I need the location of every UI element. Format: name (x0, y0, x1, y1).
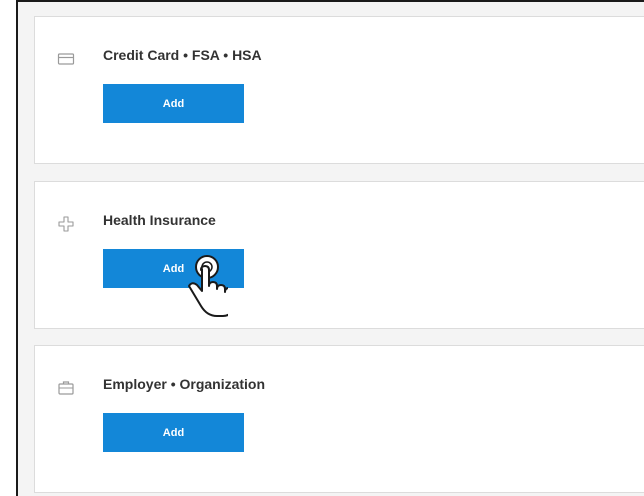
briefcase-icon (57, 379, 75, 397)
add-credit-card-button[interactable]: Add (103, 84, 244, 123)
health-insurance-card: Health Insurance Add (34, 181, 644, 329)
credit-card-fsa-hsa-card: Credit Card • FSA • HSA Add (34, 16, 644, 164)
credit-card-icon (57, 50, 75, 68)
medical-cross-icon (57, 215, 75, 233)
add-employer-button[interactable]: Add (103, 413, 244, 452)
card-title: Credit Card • FSA • HSA (103, 47, 262, 63)
card-title: Health Insurance (103, 212, 216, 228)
app-frame: Credit Card • FSA • HSA Add Health Insur… (16, 0, 644, 496)
card-title: Employer • Organization (103, 376, 266, 392)
employer-organization-card: Employer • Organization Add (34, 345, 644, 493)
hand-pointer-icon (168, 251, 228, 331)
